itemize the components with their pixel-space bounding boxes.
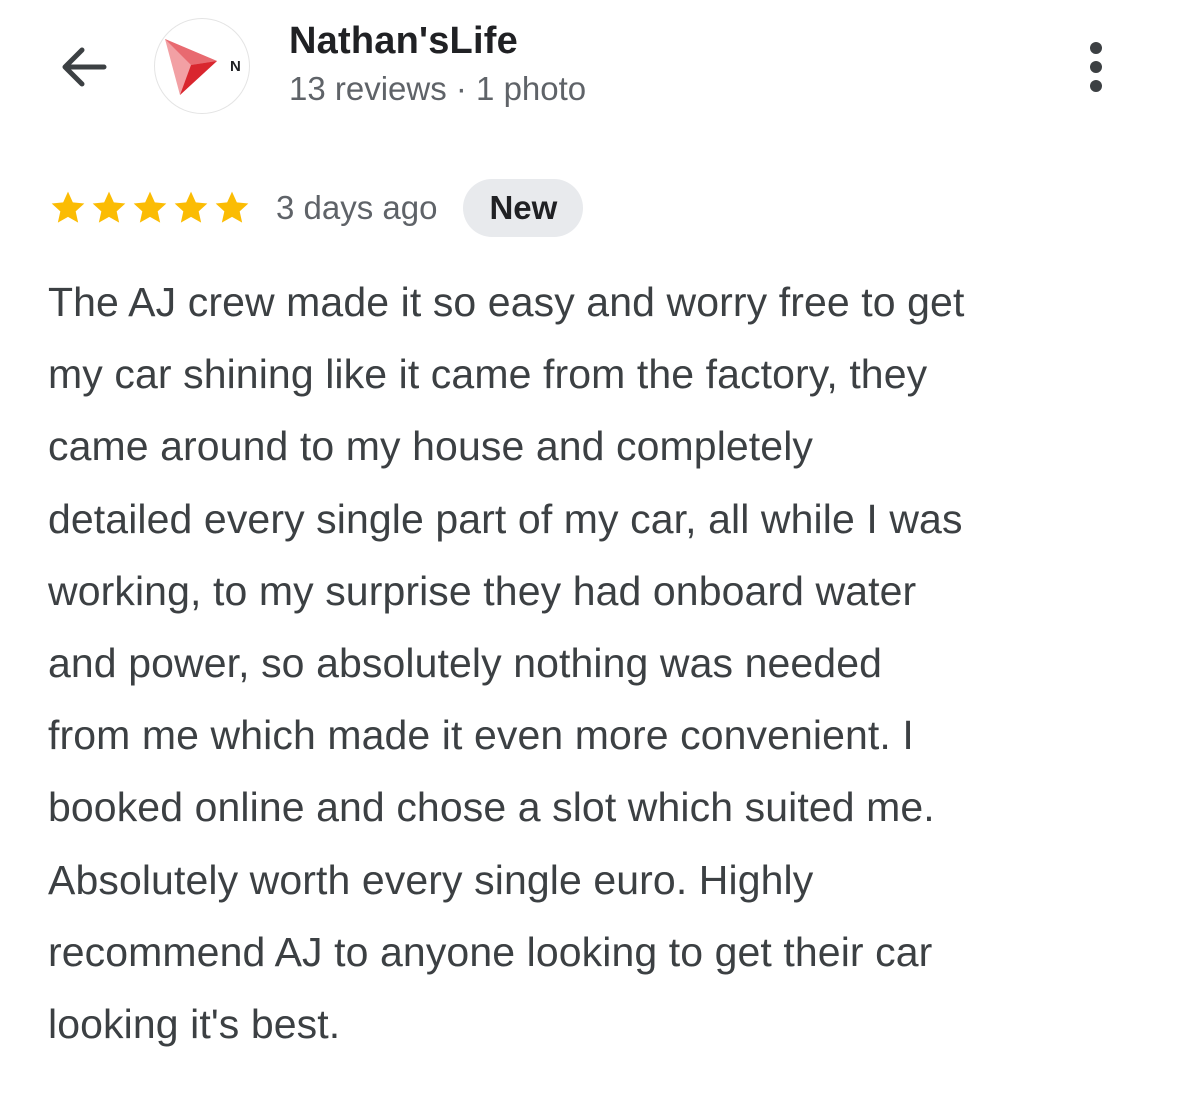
star-icon <box>51 191 85 223</box>
reviewer-stats: 13 reviews · 1 photo <box>289 70 587 107</box>
star-icon <box>133 191 167 223</box>
review-text-line: The AJ crew made it so easy and worry fr… <box>48 279 965 325</box>
star-icon <box>174 191 208 223</box>
back-button[interactable] <box>50 36 116 98</box>
review-text-line: from me which made it even more convenie… <box>48 712 914 759</box>
star-icon <box>215 191 249 223</box>
red-play-triangle-logo: N <box>165 39 241 95</box>
rating-row: 3 days ago New <box>48 178 584 238</box>
review-text-line: and power, so absolutely nothing was nee… <box>48 640 883 687</box>
arrow-back-icon <box>62 47 107 87</box>
review-text-line: looking it's best. <box>48 1001 341 1048</box>
more-vertical-icon-dot <box>1090 61 1102 73</box>
review-text-line: my car shining like it came from the fac… <box>48 351 928 398</box>
review-text-line: came around to my house and completely <box>48 423 814 470</box>
star-rating <box>48 188 252 228</box>
new-badge: New <box>463 179 584 237</box>
reviewer-name[interactable]: Nathan'sLife <box>289 20 518 63</box>
more-vertical-icon-dot <box>1090 80 1102 92</box>
review-text-line: booked online and chose a slot which sui… <box>48 784 935 831</box>
review-text: The AJ crew made it so easy and worry fr… <box>48 266 1148 1060</box>
avatar[interactable]: N <box>154 18 250 114</box>
review-text-line: detailed every single part of my car, al… <box>48 495 963 542</box>
review-text-line: working, to my surprise they had onboard… <box>48 567 917 614</box>
review-text-line: Absolutely worth every single euro. High… <box>48 856 814 903</box>
review-date: 3 days ago <box>276 189 438 226</box>
review-text-line: recommend AJ to anyone looking to get th… <box>48 928 933 975</box>
avatar-letter: N <box>230 58 241 75</box>
more-options-button[interactable] <box>1070 34 1122 100</box>
star-icon <box>92 191 126 223</box>
more-vertical-icon <box>1090 42 1102 54</box>
review-header: N Nathan'sLife 13 reviews · 1 photo <box>0 0 1179 140</box>
